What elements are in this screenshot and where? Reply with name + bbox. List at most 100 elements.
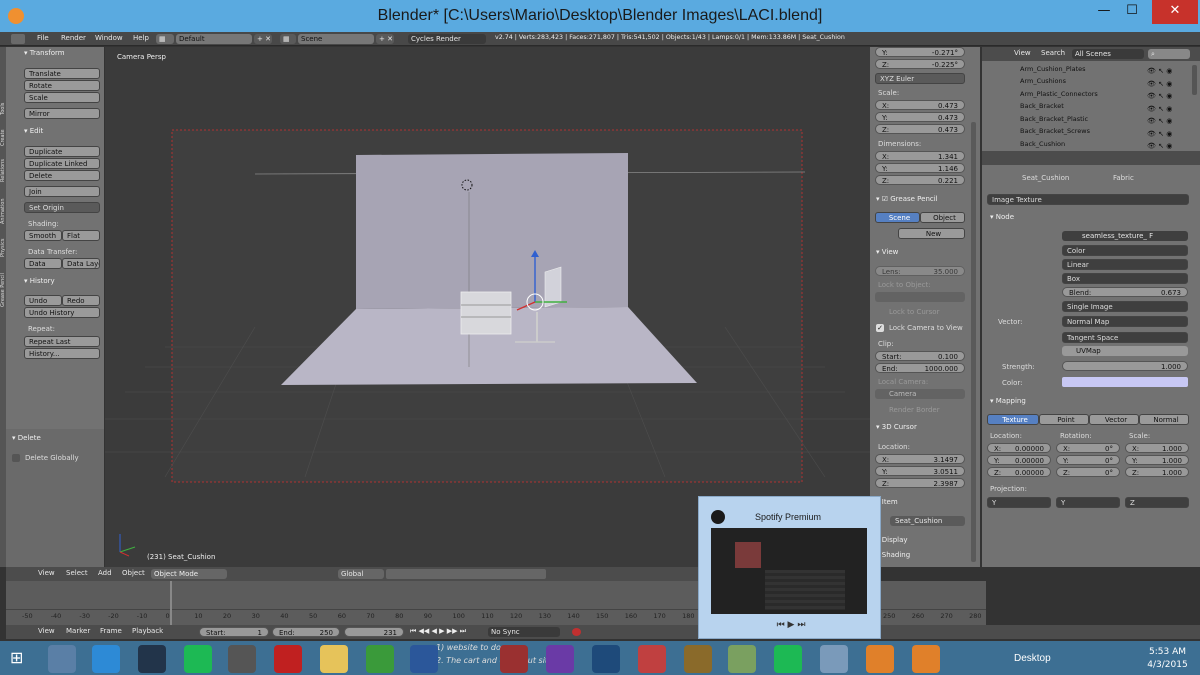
desktop-toolbar[interactable]: Desktop bbox=[1014, 653, 1051, 664]
blender-active-icon[interactable] bbox=[912, 645, 940, 673]
lens-field[interactable]: Lens: 35.000 bbox=[875, 266, 965, 276]
3d-viewport[interactable]: Camera Persp (231) Seat_Cushion bbox=[105, 47, 870, 567]
menu-window[interactable]: Window bbox=[95, 34, 123, 42]
word-icon[interactable] bbox=[410, 645, 438, 673]
uvmap-field[interactable]: UVMap bbox=[1062, 346, 1188, 356]
mapping-loc-x[interactable]: X: 0.00000 bbox=[987, 443, 1051, 453]
game-icon[interactable] bbox=[728, 645, 756, 673]
spotify-taskbar-preview[interactable]: Spotify Premium ⏮ ▶ ⏭ bbox=[698, 496, 881, 639]
outliner-view-menu[interactable]: View bbox=[1014, 49, 1031, 57]
end-frame-field[interactable]: End: 250 bbox=[272, 627, 340, 637]
history-button[interactable]: History... bbox=[24, 348, 100, 359]
mapping-tab-normal[interactable]: Normal bbox=[1139, 414, 1189, 425]
scene-field[interactable]: Scene bbox=[298, 34, 374, 44]
data-button[interactable]: Data bbox=[24, 258, 62, 269]
history-panel-title[interactable]: ▾ History bbox=[24, 277, 55, 285]
lock-camera-check-icon[interactable]: ✓ bbox=[876, 324, 884, 332]
mapping-rot-z[interactable]: Z: 0° bbox=[1056, 467, 1120, 477]
acrobat-icon[interactable] bbox=[274, 645, 302, 673]
shading-panel-title[interactable]: ▸ Shading bbox=[876, 551, 910, 559]
visibility-icons[interactable]: 👁 ↖ ◉ 👁 ↖ ◉ 👁 ↖ ◉ 👁 ↖ ◉ 👁 ↖ ◉ 👁 ↖ ◉ 👁 ↖ ◉ bbox=[1147, 65, 1177, 150]
mapping-scale-z[interactable]: Z: 1.000 bbox=[1125, 467, 1189, 477]
gp-object-tab[interactable]: Object bbox=[920, 212, 965, 223]
location-y-field[interactable]: Y: -0.271° bbox=[875, 47, 965, 57]
mapping-panel-title[interactable]: ▾ Mapping bbox=[990, 397, 1026, 405]
orientation-select[interactable]: Global bbox=[338, 569, 384, 579]
tl-view-menu[interactable]: View bbox=[38, 627, 55, 635]
interpolation-select[interactable]: Linear bbox=[1062, 259, 1188, 270]
lock-camera-checkbox[interactable]: Lock Camera to View bbox=[889, 324, 963, 332]
menu-file[interactable]: File bbox=[37, 34, 49, 42]
outliner-row[interactable]: Arm_Cushions bbox=[1020, 77, 1066, 85]
rotate-button[interactable]: Rotate bbox=[24, 80, 100, 91]
cursor-x-field[interactable]: X: 3.1497 bbox=[875, 454, 965, 464]
dimensions-y-field[interactable]: Y: 1.146 bbox=[875, 163, 965, 173]
current-frame-field[interactable]: 231 bbox=[344, 627, 404, 637]
transform-panel-title[interactable]: ▾ Transform bbox=[24, 49, 65, 57]
clip-start-field[interactable]: Start: 0.100 bbox=[875, 351, 965, 361]
projection-z-select[interactable]: Z bbox=[1125, 497, 1189, 508]
scale-x-field[interactable]: X: 0.473 bbox=[875, 100, 965, 110]
source-select[interactable]: Single Image bbox=[1062, 301, 1188, 312]
maximize-button[interactable]: ☐ bbox=[1118, 0, 1146, 24]
outliner-row[interactable]: Back_Bracket bbox=[1020, 102, 1064, 110]
cursor-z-field[interactable]: Z: 2.3987 bbox=[875, 478, 965, 488]
visual-studio-icon[interactable] bbox=[546, 645, 574, 673]
mapping-rot-x[interactable]: X: 0° bbox=[1056, 443, 1120, 453]
popcorn-icon[interactable] bbox=[638, 645, 666, 673]
delete-button[interactable]: Delete bbox=[24, 170, 100, 181]
mirror-button[interactable]: Mirror bbox=[24, 108, 100, 119]
lock-object-field[interactable] bbox=[875, 292, 965, 302]
paint-icon[interactable] bbox=[820, 645, 848, 673]
undo-history-button[interactable]: Undo History bbox=[24, 307, 100, 318]
spotify-active-icon[interactable] bbox=[774, 645, 802, 673]
outliner-filter-select[interactable]: All Scenes bbox=[1072, 49, 1144, 59]
file-explorer-icon[interactable] bbox=[320, 645, 348, 673]
space-select[interactable]: Tangent Space bbox=[1062, 332, 1188, 343]
vector-select[interactable]: Normal Map bbox=[1062, 316, 1188, 327]
scale-z-field[interactable]: Z: 0.473 bbox=[875, 124, 965, 134]
editor-type-icon[interactable] bbox=[11, 34, 25, 44]
minimize-button[interactable]: — bbox=[1090, 0, 1118, 24]
gp-scene-tab[interactable]: Scene bbox=[875, 212, 920, 223]
grease-pencil-panel-title[interactable]: ▾ ☑ Grease Pencil bbox=[876, 195, 938, 203]
node-panel-title[interactable]: ▾ Node bbox=[990, 213, 1014, 221]
sync-select[interactable]: No Sync bbox=[488, 627, 560, 637]
strength-field[interactable]: 1.000 bbox=[1062, 361, 1188, 371]
rotation-mode-select[interactable]: XYZ Euler bbox=[875, 73, 965, 84]
delete-globally-checkbox[interactable] bbox=[12, 454, 20, 462]
mode-select[interactable]: Object Mode bbox=[151, 569, 227, 579]
scale-y-field[interactable]: Y: 0.473 bbox=[875, 112, 965, 122]
color-swatch[interactable] bbox=[1062, 377, 1188, 387]
smooth-button[interactable]: Smooth bbox=[24, 230, 62, 241]
mapping-loc-y[interactable]: Y: 0.00000 bbox=[987, 455, 1051, 465]
dimensions-x-field[interactable]: X: 1.341 bbox=[875, 151, 965, 161]
record-icon[interactable] bbox=[572, 628, 581, 636]
spotify-taskbar-icon[interactable] bbox=[184, 645, 212, 673]
menu-help[interactable]: Help bbox=[133, 34, 149, 42]
scene-add-icon[interactable]: + ✕ bbox=[376, 34, 394, 44]
thumbnail-media-controls[interactable]: ⏮ ▶ ⏭ bbox=[759, 620, 823, 635]
properties-context-tabs[interactable] bbox=[982, 151, 1200, 165]
devexpress-icon[interactable] bbox=[592, 645, 620, 673]
projection-y-select[interactable]: Y bbox=[1056, 497, 1120, 508]
cube-app-icon[interactable] bbox=[48, 645, 76, 673]
tl-playback-menu[interactable]: Playback bbox=[132, 627, 163, 635]
outliner-row[interactable]: Arm_Cushion_Plates bbox=[1020, 65, 1086, 73]
close-button[interactable]: ✕ bbox=[1152, 0, 1198, 24]
menu-render[interactable]: Render bbox=[61, 34, 86, 42]
duplicate-button[interactable]: Duplicate bbox=[24, 146, 100, 157]
outliner-row[interactable]: Arm_Plastic_Connectors bbox=[1020, 90, 1098, 98]
clock-time[interactable]: 5:53 AM bbox=[1140, 647, 1195, 657]
node-type-select[interactable]: Image Texture bbox=[987, 194, 1189, 205]
operator-title[interactable]: ▾ Delete bbox=[12, 434, 41, 442]
lock-cursor-checkbox[interactable]: Lock to Cursor bbox=[889, 308, 939, 316]
join-button[interactable]: Join bbox=[24, 186, 100, 197]
gp-new-button[interactable]: New bbox=[898, 228, 965, 239]
view-panel-title[interactable]: ▾ View bbox=[876, 248, 898, 256]
outliner-scrollbar[interactable] bbox=[1192, 65, 1197, 95]
layout-add-icon[interactable]: + ✕ bbox=[254, 34, 272, 44]
vp-object-menu[interactable]: Object bbox=[122, 569, 145, 577]
projection-select[interactable]: Box bbox=[1062, 273, 1188, 284]
projection-x-select[interactable]: Y bbox=[987, 497, 1051, 508]
